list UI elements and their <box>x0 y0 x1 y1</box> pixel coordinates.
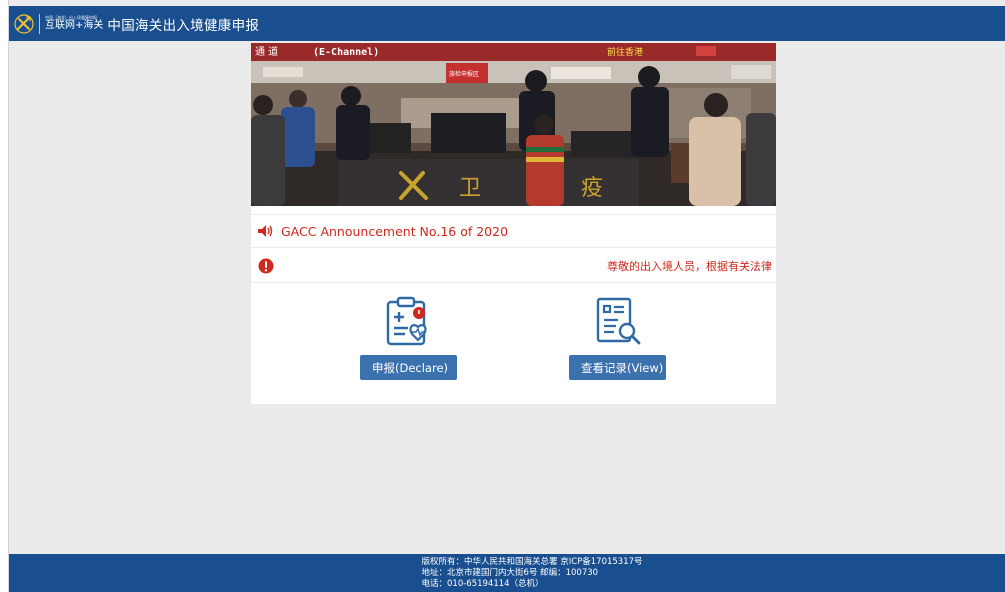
announcement-link[interactable]: GACC Announcement No.16 of 2020 <box>281 224 508 239</box>
logo-main-text: 互联网+海关 <box>45 20 104 31</box>
speaker-icon <box>251 224 281 238</box>
banner-sign-center: 旅检申报区 <box>449 70 479 78</box>
banner-sign-left: 通 道 <box>255 45 278 58</box>
view-records-button[interactable]: 查看记录(View) <box>569 355 666 380</box>
footer-copyright: 版权所有：中华人民共和国海关总署 京ICP备17015317号 <box>421 556 643 567</box>
footer-phone: 电话：010-65194114（总机） <box>421 578 544 589</box>
alert-marquee-text: 尊敬的出入境人员，根据有关法律 <box>607 259 772 273</box>
declare-button[interactable]: 申报(Declare) <box>360 355 457 380</box>
health-declaration-clipboard-icon[interactable] <box>383 295 435 347</box>
svg-text:疫: 疫 <box>581 176 603 201</box>
announcement-row[interactable]: GACC Announcement No.16 of 2020 <box>251 214 776 248</box>
app-frame: 中国（海关）出入境健康申报 互联网+海关 中国海关出入境健康申报 通 道 (E-… <box>8 0 1005 592</box>
alert-row: 尊敬的出入境人员，根据有关法律 <box>251 249 776 283</box>
footer-bar: 版权所有：中华人民共和国海关总署 京ICP备17015317号 地址：北京市建国… <box>9 554 1005 592</box>
logo-text-block: 中国（海关）出入境健康申报 互联网+海关 <box>45 16 103 31</box>
banner-image: 通 道 (E-Channel) 前往香港 旅检申报区 卫 疫 <box>251 43 776 206</box>
view-action: 查看记录(View) <box>569 295 666 380</box>
banner-sign-right: 前往香港 <box>607 46 643 58</box>
site-title: 中国海关出入境健康申报 <box>107 17 260 34</box>
svg-text:卫: 卫 <box>459 176 481 201</box>
banner-sign-channel: (E-Channel) <box>313 47 379 58</box>
main-card: 通 道 (E-Channel) 前往香港 旅检申报区 卫 疫 GACC Anno… <box>251 43 776 404</box>
customs-emblem-icon[interactable] <box>13 13 35 35</box>
declare-action: 申报(Declare) <box>360 295 457 380</box>
document-search-icon[interactable] <box>592 295 644 347</box>
logo-divider <box>39 13 40 34</box>
exclamation-circle-icon <box>251 258 281 274</box>
header-bar: 中国（海关）出入境健康申报 互联网+海关 中国海关出入境健康申报 <box>9 6 1005 41</box>
footer-address: 地址：北京市建国门内大街6号 邮编：100730 <box>421 567 599 578</box>
